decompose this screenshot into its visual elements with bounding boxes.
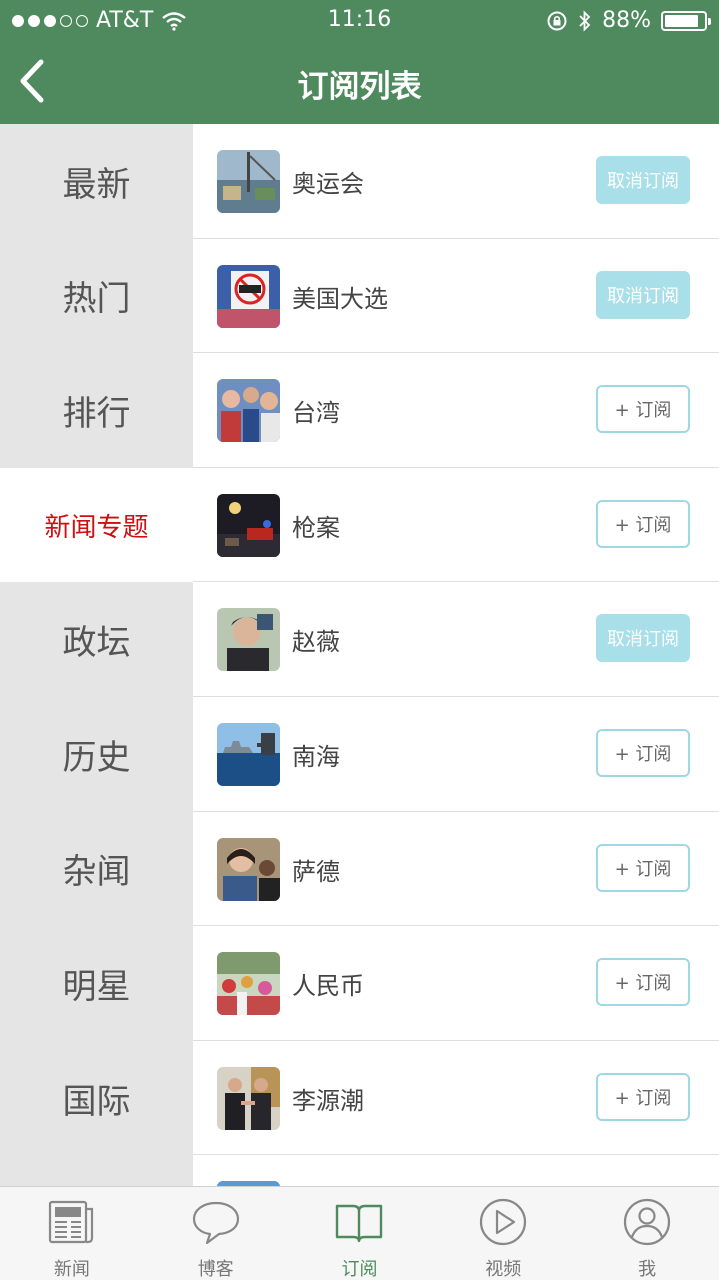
unsubscribe-button[interactable]: 取消订阅 (596, 156, 690, 204)
sidebar-item-label: 排行 (62, 393, 131, 434)
tab-blog[interactable]: 博客 (144, 1187, 288, 1280)
chat-bubble-icon (192, 1201, 239, 1245)
topic-name: 人民币 (292, 972, 364, 1001)
sidebar-item-hot[interactable]: 热门 (0, 239, 193, 354)
topic-name: 枪案 (292, 513, 340, 542)
sidebar-item-label: 政坛 (62, 623, 131, 664)
list-item[interactable]: 赵薇 取消订阅 (193, 582, 719, 697)
subscribe-button[interactable]: + 订阅 (596, 1072, 690, 1121)
top-bar: AT&T 11:16 88% 订阅列表 (0, 0, 719, 124)
topic-name: 李源潮 (292, 1086, 364, 1115)
subscribe-button[interactable]: + 订阅 (596, 385, 690, 434)
sidebar-item-label: 最新 (62, 164, 131, 205)
subscribe-button[interactable]: + 订阅 (596, 499, 690, 548)
sidebar-item-international[interactable]: 国际 (0, 1041, 193, 1156)
topic-name: 台湾 (292, 399, 340, 428)
tab-label: 博客 (197, 1259, 234, 1280)
tab-me[interactable]: 我 (575, 1187, 719, 1280)
list-item[interactable]: 枪案 + 订阅 (193, 468, 719, 583)
navigation-bar: 订阅列表 (0, 40, 719, 124)
play-circle-icon (480, 1198, 527, 1246)
topic-name: 美国大选 (292, 284, 388, 313)
subscribe-button[interactable]: + 订阅 (596, 958, 690, 1007)
list-item[interactable]: 人民币 + 订阅 (193, 926, 719, 1041)
sidebar-item-label: 杂闻 (62, 852, 131, 893)
subscribe-button[interactable]: + 订阅 (596, 843, 690, 892)
sidebar-item-politics[interactable]: 政坛 (0, 582, 193, 697)
sidebar-item-label: 国际 (62, 1081, 131, 1122)
tab-subscribe[interactable]: 订阅 (288, 1187, 432, 1280)
unsubscribe-button[interactable]: 取消订阅 (596, 270, 690, 319)
list-item[interactable]: 南海 + 订阅 (193, 697, 719, 812)
topic-name: 赵薇 (292, 628, 340, 657)
topic-thumbnail (217, 493, 280, 557)
sidebar-item-latest[interactable]: 最新 (0, 124, 193, 239)
bluetooth-icon (579, 9, 591, 32)
topic-thumbnail (217, 264, 280, 328)
topic-thumbnail (217, 379, 280, 443)
sidebar-item-ranking[interactable]: 排行 (0, 353, 193, 468)
open-book-icon (336, 1204, 383, 1243)
sidebar-item-misc[interactable]: 杂闻 (0, 812, 193, 927)
sidebar-item-history[interactable]: 历史 (0, 697, 193, 812)
tab-label: 我 (638, 1259, 657, 1280)
status-bar: AT&T 11:16 88% (0, 0, 719, 40)
list-item[interactable]: 李源潮 + 订阅 (193, 1041, 719, 1156)
sidebar-item-news-topics[interactable]: 新闻专题 (0, 467, 193, 583)
battery-icon (661, 10, 711, 31)
list-item[interactable]: 奥运会 取消订阅 (193, 124, 719, 239)
bottom-tab-bar: 新闻 博客 订阅 视频 我 (0, 1186, 719, 1280)
category-sidebar: 最新 热门 排行 新闻专题 政坛 历史 杂闻 明星 国际 (0, 124, 193, 1186)
tab-label: 订阅 (341, 1259, 378, 1280)
topic-thumbnail (217, 722, 280, 786)
topic-thumbnail (217, 608, 280, 672)
sidebar-item-label: 热门 (62, 279, 131, 320)
sidebar-item-stars[interactable]: 明星 (0, 926, 193, 1041)
topic-name: 萨德 (292, 857, 340, 886)
list-item[interactable] (193, 1155, 719, 1186)
topic-name: 南海 (292, 742, 340, 771)
list-item[interactable]: 美国大选 取消订阅 (193, 239, 719, 354)
tab-label: 视频 (485, 1259, 522, 1280)
tab-video[interactable]: 视频 (431, 1187, 575, 1280)
topic-name: 奥运会 (292, 170, 364, 198)
rotation-lock-icon (547, 11, 567, 30)
tab-label: 新闻 (53, 1259, 90, 1280)
tab-news[interactable]: 新闻 (0, 1187, 144, 1280)
newspaper-icon (48, 1200, 93, 1244)
topic-thumbnail (217, 837, 280, 901)
topic-thumbnail (217, 952, 280, 1016)
battery-percent: 88% (602, 8, 651, 33)
unsubscribe-button[interactable]: 取消订阅 (596, 614, 690, 663)
list-item[interactable]: 萨德 + 订阅 (193, 812, 719, 927)
topic-thumbnail (217, 1066, 280, 1130)
subscribe-button[interactable]: + 订阅 (596, 728, 690, 777)
user-icon (623, 1198, 671, 1246)
sidebar-item-label: 新闻专题 (44, 512, 149, 543)
topic-thumbnail (217, 150, 280, 213)
list-item[interactable]: 台湾 + 订阅 (193, 353, 719, 468)
page-title: 订阅列表 (297, 69, 422, 105)
subscription-list: 奥运会 取消订阅 美国大选 取消订阅 台湾 + 订阅 枪案 + 订阅 赵薇 取消… (193, 124, 719, 1186)
sidebar-item-label: 明星 (62, 966, 131, 1007)
sidebar-item-label: 历史 (62, 737, 131, 778)
